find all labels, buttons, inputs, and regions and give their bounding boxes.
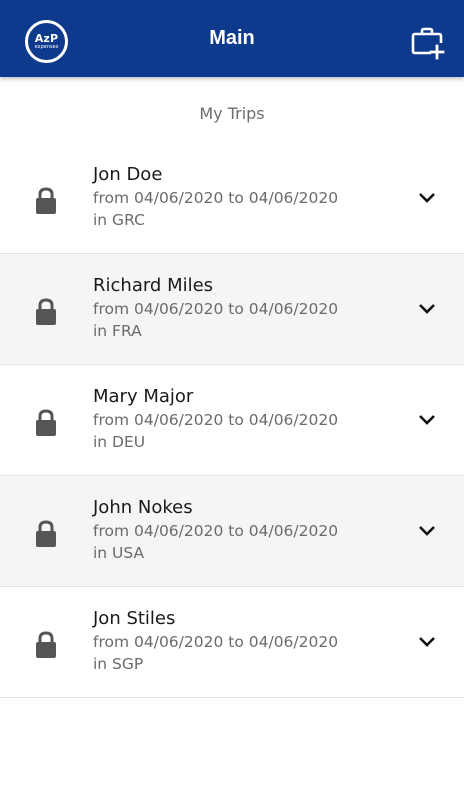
trip-item[interactable]: John Nokes from 04/06/2020 to 04/06/2020… <box>0 476 464 587</box>
trip-traveler-name: Mary Major <box>93 386 194 407</box>
trip-traveler-name: Jon Stiles <box>93 608 176 629</box>
logo-subtext: expenses <box>34 43 59 50</box>
briefcase-plus-icon <box>411 27 445 60</box>
chevron-down-icon[interactable] <box>418 525 436 537</box>
trip-traveler-name: Richard Miles <box>93 275 214 296</box>
lock-icon <box>36 409 56 436</box>
trip-dates: from 04/06/2020 to 04/06/2020 <box>93 189 339 207</box>
lock-icon <box>36 520 56 547</box>
trip-list: Jon Doe from 04/06/2020 to 04/06/2020 in… <box>0 143 464 698</box>
logo-text: AzP <box>34 31 59 45</box>
trip-item[interactable]: Jon Stiles from 04/06/2020 to 04/06/2020… <box>0 587 464 698</box>
lock-icon <box>36 187 56 214</box>
page-title: Main <box>209 27 255 49</box>
trip-dates: from 04/06/2020 to 04/06/2020 <box>93 411 339 429</box>
add-trip-button[interactable] <box>411 26 445 60</box>
trip-country: in DEU <box>93 433 146 451</box>
trip-country: in FRA <box>93 322 142 340</box>
app-screen: AzP expenses Main My Trips Jon Doe from … <box>0 0 464 800</box>
trip-item[interactable]: Richard Miles from 04/06/2020 to 04/06/2… <box>0 254 464 365</box>
trip-traveler-name: John Nokes <box>93 497 193 518</box>
lock-icon <box>36 631 56 658</box>
chevron-down-icon[interactable] <box>418 192 436 204</box>
section-title: My Trips <box>199 104 265 123</box>
chevron-down-icon[interactable] <box>418 636 436 648</box>
app-header: AzP expenses Main <box>0 0 464 77</box>
trip-item[interactable]: Mary Major from 04/06/2020 to 04/06/2020… <box>0 365 464 476</box>
chevron-down-icon[interactable] <box>418 303 436 315</box>
trip-item[interactable]: Jon Doe from 04/06/2020 to 04/06/2020 in… <box>0 143 464 254</box>
app-logo: AzP expenses <box>25 20 68 63</box>
trip-country: in GRC <box>93 211 145 229</box>
chevron-down-icon[interactable] <box>418 414 436 426</box>
trip-traveler-name: Jon Doe <box>93 164 163 185</box>
trip-country: in SGP <box>93 655 144 673</box>
trip-dates: from 04/06/2020 to 04/06/2020 <box>93 633 339 651</box>
trip-country: in USA <box>93 544 145 562</box>
trip-dates: from 04/06/2020 to 04/06/2020 <box>93 522 339 540</box>
lock-icon <box>36 298 56 325</box>
trip-dates: from 04/06/2020 to 04/06/2020 <box>93 300 339 318</box>
